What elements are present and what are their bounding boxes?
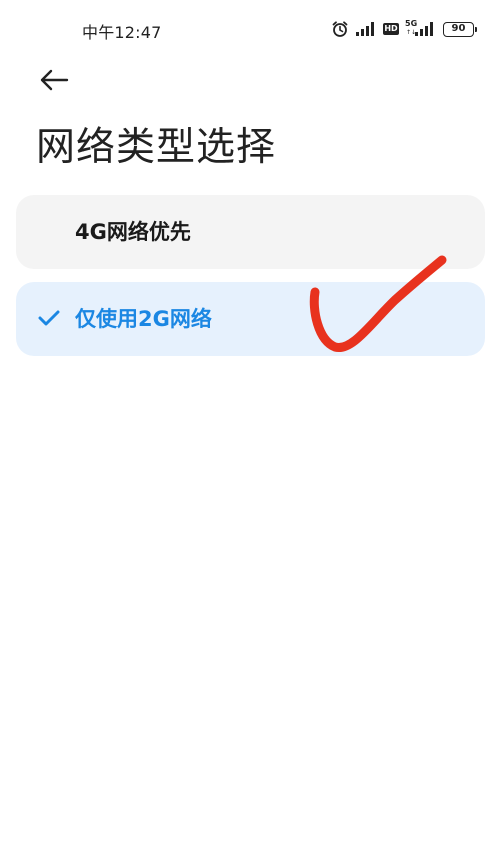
hd-icon: HD (383, 23, 399, 35)
5g-signal-icon: 5G ↑↓ (405, 19, 437, 39)
back-button[interactable] (34, 62, 74, 98)
status-bar: 中午12:47 HD 5G ↑↓ 90 (0, 0, 500, 58)
option-4g-preferred[interactable]: 4G网络优先 (16, 195, 485, 269)
alarm-icon (332, 21, 348, 37)
option-label: 4G网络优先 (75, 220, 191, 244)
option-2g-only[interactable]: 仅使用2G网络 (16, 282, 485, 356)
battery-level: 90 (451, 23, 466, 34)
page-title: 网络类型选择 (36, 125, 277, 170)
status-time: 中午12:47 (82, 23, 162, 42)
check-icon (38, 310, 60, 326)
battery-icon: 90 (443, 21, 477, 37)
signal-icon (356, 22, 374, 36)
option-label: 仅使用2G网络 (75, 307, 212, 331)
back-arrow-icon (40, 69, 69, 91)
status-icons: HD 5G ↑↓ 90 (331, 18, 477, 40)
